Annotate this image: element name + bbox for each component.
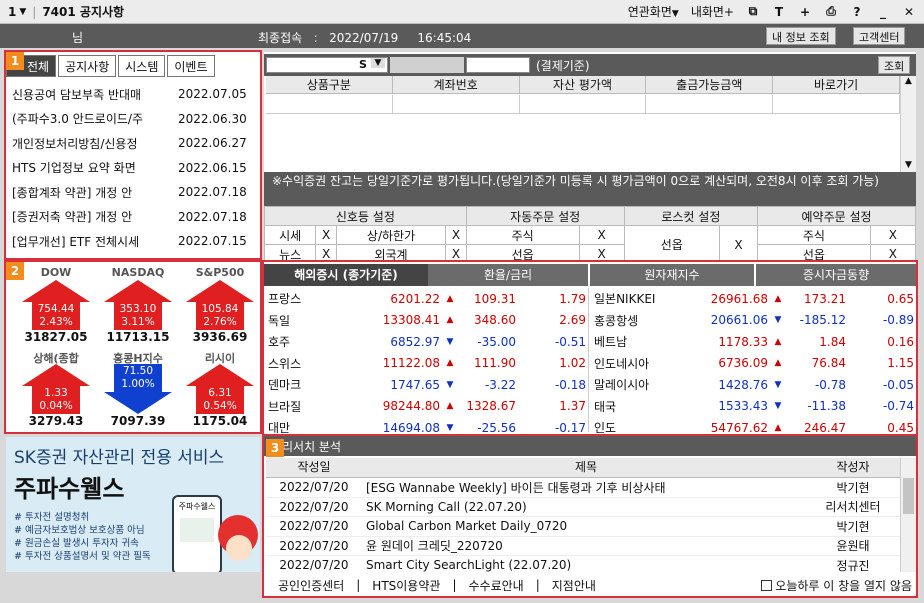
monitor-icon[interactable]: ⧉ bbox=[746, 4, 760, 19]
password-field[interactable] bbox=[466, 57, 530, 73]
window-number[interactable]: 1 bbox=[0, 5, 16, 19]
close-icon[interactable]: ✕ bbox=[902, 5, 916, 19]
text-icon[interactable]: T bbox=[772, 5, 786, 19]
account-type: S bbox=[359, 58, 367, 71]
customer-center-button[interactable]: 고객센터 bbox=[853, 27, 906, 45]
window-dropdown-icon[interactable]: ▼ bbox=[19, 7, 26, 17]
setting-label: 주식 bbox=[757, 225, 871, 245]
account-empty-row bbox=[266, 95, 900, 114]
minimize-icon[interactable]: _ bbox=[876, 5, 890, 19]
setting-label: 시세 bbox=[263, 225, 317, 245]
header-bar: 님 최종접속 : 2022/07/19 16:45:04 내 정보 조회 고객센… bbox=[0, 24, 924, 48]
setting-toggle[interactable]: X bbox=[315, 225, 337, 245]
settings-panel: 신호등 설정 자동주문 설정 로스컷 설정 예약주문 설정 시세 X 상/하한가… bbox=[263, 206, 917, 264]
help-icon[interactable]: ? bbox=[850, 5, 864, 19]
basis-label: (결제기준) bbox=[536, 59, 590, 73]
account-scrollbar[interactable]: ▲ ▼ bbox=[900, 76, 916, 172]
my-screens-menu[interactable]: 내화면+ bbox=[691, 3, 734, 20]
banner-brand: 주파수웰스 bbox=[14, 475, 125, 503]
banner-bullets: # 투자전 설명청취 # 예금자보호법상 보호상품 아님 # 원금손실 발생시 투자… bbox=[14, 512, 151, 562]
highlight-box-2 bbox=[4, 260, 262, 434]
highlight-box-market bbox=[262, 260, 918, 436]
account-select[interactable]: S ▼ bbox=[266, 57, 388, 73]
badge-3: 3 bbox=[266, 439, 284, 457]
banner-title: SK증권 자산관리 전용 서비스 bbox=[14, 448, 225, 468]
mascot-face bbox=[226, 535, 252, 561]
setting-toggle[interactable]: X bbox=[578, 225, 625, 245]
my-info-button[interactable]: 내 정보 조회 bbox=[766, 27, 836, 45]
window-title: 7401 공지사항 bbox=[42, 5, 125, 19]
user-name-label: 님 bbox=[72, 31, 84, 45]
highlight-box-1 bbox=[4, 50, 262, 260]
print-icon[interactable]: ⎙ bbox=[824, 4, 838, 19]
auto-order-header: 자동주문 설정 bbox=[465, 206, 625, 226]
setting-toggle[interactable]: X bbox=[445, 225, 467, 245]
setting-label: 주식 bbox=[465, 225, 580, 245]
setting-label: 상/하한가 bbox=[335, 225, 447, 245]
related-screens-menu[interactable]: 연관화면▼ bbox=[628, 3, 679, 20]
chevron-down-icon[interactable]: ▼ bbox=[371, 58, 385, 68]
signal-settings-header: 신호등 설정 bbox=[264, 206, 467, 226]
setting-toggle[interactable]: X bbox=[718, 225, 759, 264]
account-name-field bbox=[390, 57, 464, 73]
setting-label: 선옵 bbox=[623, 225, 720, 264]
badge-2: 2 bbox=[6, 262, 24, 280]
scroll-down-icon[interactable]: ▼ bbox=[901, 160, 916, 170]
phone-image: 주파수웰스 bbox=[172, 495, 222, 572]
account-toolbar: S ▼ (결제기준) 조회 bbox=[264, 54, 916, 76]
last-access: 최종접속 : 2022/07/19 16:45:04 bbox=[258, 31, 472, 45]
title-divider: | bbox=[32, 4, 37, 19]
account-table-header: 상품구분 계좌번호 자산 평가액 출금가능금액 바로가기 bbox=[266, 76, 900, 94]
setting-toggle[interactable]: X bbox=[869, 225, 917, 245]
highlight-box-3 bbox=[262, 434, 918, 598]
plus-icon[interactable]: + bbox=[798, 5, 812, 19]
window-titlebar: 1 ▼ | 7401 공지사항 연관화면▼ 내화면+ ⧉ T + ⎙ ? _ ✕ bbox=[0, 0, 924, 24]
reserved-order-header: 예약주문 설정 bbox=[757, 206, 916, 226]
query-button[interactable]: 조회 bbox=[878, 56, 911, 74]
promo-banner[interactable]: SK증권 자산관리 전용 서비스 주파수웰스 # 투자전 설명청취 # 예금자보호… bbox=[6, 437, 260, 572]
scroll-up-icon[interactable]: ▲ bbox=[901, 76, 916, 86]
valuation-note: ※수익증권 잔고는 당일기준가로 평가됩니다.(당일기준가 미등록 시 평가금액… bbox=[264, 172, 916, 206]
badge-1: 1 bbox=[6, 52, 24, 70]
losscut-header: 로스컷 설정 bbox=[623, 206, 759, 226]
